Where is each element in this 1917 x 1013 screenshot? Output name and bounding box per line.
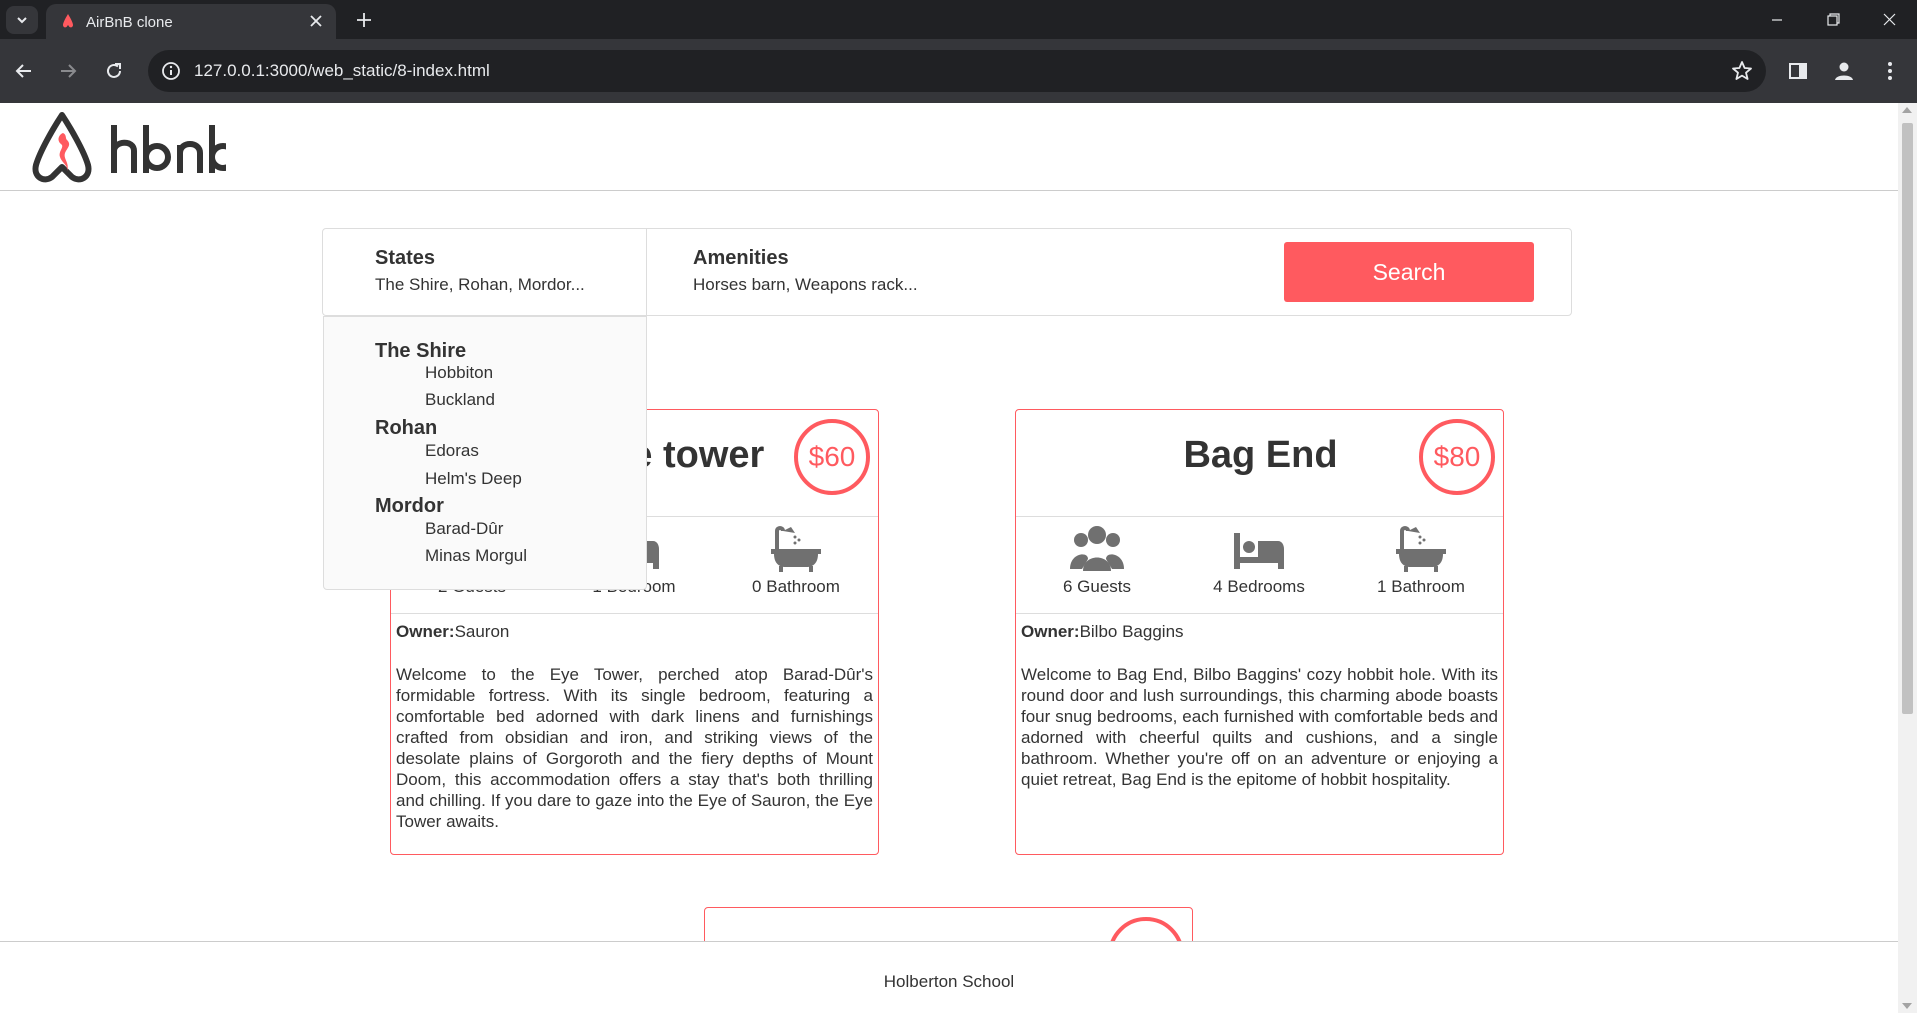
guests-label: 6 Guests	[1062, 577, 1132, 596]
forward-button[interactable]	[52, 55, 84, 87]
states-filter-title: States	[375, 247, 436, 269]
tab-title: AirBnB clone	[86, 14, 173, 31]
minimize-icon	[1772, 18, 1782, 21]
place-owner: Owner:Bilbo Baggins	[1021, 622, 1184, 642]
scroll-thumb[interactable]	[1902, 123, 1913, 714]
place-price: $80	[1419, 419, 1495, 495]
amenities-filter[interactable]: Amenities Horses barn, Weapons rack...	[647, 229, 1247, 315]
bed-icon	[1234, 533, 1284, 569]
side-panel-button[interactable]	[1782, 55, 1814, 87]
bathrooms-info: 0 Bathroom	[715, 517, 877, 615]
close-icon	[310, 15, 322, 27]
state-item[interactable]: Rohan	[375, 417, 437, 440]
site-header: hbnb	[0, 103, 1898, 191]
owner-name: Bilbo Baggins	[1079, 622, 1184, 641]
city-item[interactable]: Edoras	[425, 441, 479, 461]
profile-button[interactable]	[1828, 55, 1860, 87]
guests-icon	[1070, 526, 1124, 571]
reload-icon	[107, 63, 121, 78]
filters-bar: States The Shire, Rohan, Mordor... Ameni…	[322, 228, 1572, 316]
browser-tab[interactable]: AirBnB clone	[46, 4, 336, 39]
guests-info: 6 Guests	[1016, 517, 1178, 615]
tab-list-icon	[17, 17, 27, 24]
city-item[interactable]: Minas Morgul	[425, 546, 527, 566]
bathtub-icon	[1396, 526, 1446, 572]
scroll-down-arrow-icon[interactable]	[1902, 1003, 1912, 1009]
bedrooms-label: 4 Bedrooms	[1213, 577, 1305, 596]
kebab-menu-icon	[1888, 62, 1892, 80]
minimize-button[interactable]	[1749, 0, 1805, 39]
place-description: Welcome to the Eye Tower, perched atop B…	[396, 665, 873, 831]
plus-icon	[357, 13, 371, 27]
browser-toolbar: 127.0.0.1:3000/web_static/8-index.html	[0, 39, 1917, 103]
states-dropdown: The Shire Hobbiton Buckland Rohan Edoras…	[323, 316, 647, 590]
states-filter-value: The Shire, Rohan, Mordor...	[375, 275, 585, 294]
url-text: 127.0.0.1:3000/web_static/8-index.html	[194, 61, 490, 80]
place-description: Welcome to Bag End, Bilbo Baggins' cozy …	[1021, 665, 1498, 789]
hbnb-logo[interactable]: hbnb	[30, 111, 226, 185]
page-viewport: hbnb States The Shire, Rohan, Mordor... …	[0, 103, 1898, 1013]
star-icon[interactable]	[1730, 59, 1754, 83]
bathtub-icon	[771, 526, 821, 572]
amenities-filter-title: Amenities	[693, 247, 789, 269]
back-arrow-icon	[15, 64, 31, 78]
site-info-icon[interactable]	[160, 60, 182, 82]
side-panel-icon	[1789, 63, 1807, 79]
place-owner: Owner:Sauron	[396, 622, 509, 642]
page-scrollbar[interactable]	[1898, 103, 1917, 1013]
airbnb-favicon-icon	[63, 14, 73, 28]
profile-icon	[1835, 62, 1853, 80]
footer-text: Holberton School	[883, 972, 1015, 991]
browser-tab-bar: AirBnB clone	[0, 0, 1917, 39]
state-item[interactable]: Mordor	[375, 495, 444, 518]
reload-button[interactable]	[98, 55, 130, 87]
new-tab-button[interactable]	[350, 6, 378, 34]
browser-menu-button[interactable]	[1874, 55, 1906, 87]
restore-icon	[1826, 13, 1840, 26]
window-close-icon	[1883, 13, 1895, 26]
restore-button[interactable]	[1805, 0, 1861, 39]
city-item[interactable]: Helm's Deep	[425, 469, 522, 489]
search-button[interactable]: Search	[1284, 242, 1534, 302]
bedrooms-info: 4 Bedrooms	[1178, 517, 1340, 615]
bathrooms-info: 1 Bathroom	[1340, 517, 1502, 615]
site-footer: Holberton School	[0, 941, 1898, 1013]
forward-arrow-icon	[61, 64, 77, 78]
back-button[interactable]	[8, 55, 40, 87]
owner-name: Sauron	[454, 622, 510, 641]
owner-label: Owner:	[396, 622, 455, 641]
tab-search-button[interactable]	[6, 6, 38, 34]
bathrooms-label: 0 Bathroom	[752, 577, 840, 596]
scroll-up-arrow-icon[interactable]	[1902, 107, 1912, 113]
amenities-filter-value: Horses barn, Weapons rack...	[693, 275, 918, 294]
address-bar[interactable]: 127.0.0.1:3000/web_static/8-index.html	[148, 50, 1766, 92]
owner-label: Owner:	[1021, 622, 1080, 641]
city-item[interactable]: Hobbiton	[425, 363, 493, 383]
window-close-button[interactable]	[1861, 0, 1917, 39]
city-item[interactable]: Barad-Dûr	[425, 519, 503, 539]
state-item[interactable]: The Shire	[375, 340, 466, 363]
city-item[interactable]: Buckland	[425, 390, 495, 410]
bathrooms-label: 1 Bathroom	[1377, 577, 1465, 596]
place-info: 6 Guests 4 Bedrooms 1 Bathroom	[1016, 516, 1503, 614]
states-filter[interactable]: States The Shire, Rohan, Mordor...	[323, 229, 647, 315]
tab-close-button[interactable]	[306, 11, 326, 31]
place-card: Bag End $80 6 Guests 4 Bedrooms 1 Bathro…	[1015, 409, 1504, 855]
place-price: $60	[794, 419, 870, 495]
